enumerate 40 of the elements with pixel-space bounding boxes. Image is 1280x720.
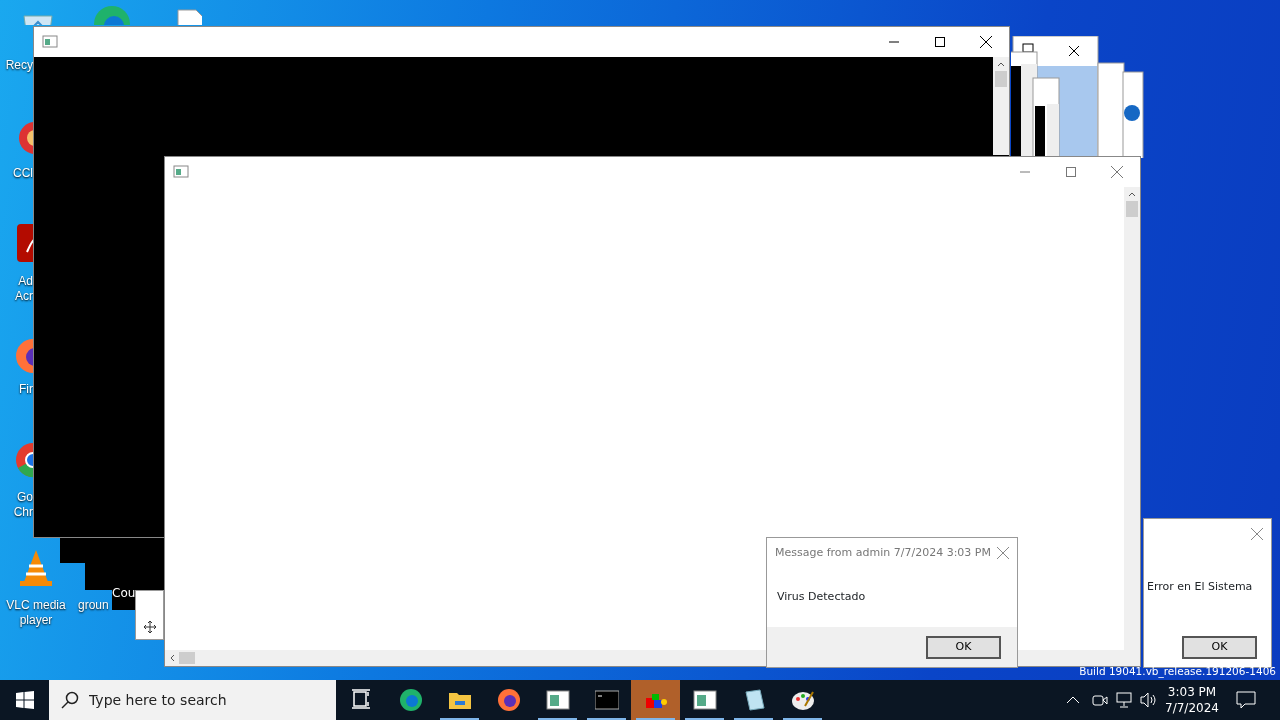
message-text: Error en El Sistema bbox=[1146, 579, 1254, 596]
window-icon bbox=[545, 688, 570, 712]
network-icon[interactable] bbox=[1116, 692, 1134, 708]
fox-icon bbox=[496, 688, 521, 712]
search-field[interactable]: Type here to search bbox=[49, 680, 336, 720]
ok-button[interactable]: OK bbox=[1182, 635, 1257, 659]
icon-label[interactable]: Recy bbox=[2, 58, 33, 73]
vertical-scrollbar[interactable] bbox=[1124, 187, 1140, 650]
ok-button[interactable]: OK bbox=[926, 635, 1001, 659]
camera-icon[interactable] bbox=[1092, 692, 1108, 708]
app-icon bbox=[42, 34, 58, 50]
close-icon bbox=[980, 36, 992, 48]
icon-label[interactable]: CCl bbox=[2, 166, 33, 181]
notification-icon[interactable] bbox=[1236, 691, 1256, 709]
maximize-icon bbox=[935, 37, 945, 47]
icon-label[interactable]: VLC media player bbox=[4, 598, 68, 628]
scroll-thumb[interactable] bbox=[995, 71, 1007, 87]
maximize-icon bbox=[1066, 167, 1076, 177]
volume-icon[interactable] bbox=[1140, 692, 1158, 708]
window-icon bbox=[692, 688, 717, 712]
clock[interactable]: 3:03 PM 7/7/2024 bbox=[1164, 684, 1220, 716]
windows-icon bbox=[15, 691, 34, 709]
close-icon bbox=[1111, 166, 1123, 178]
vertical-scrollbar[interactable] bbox=[993, 57, 1009, 155]
dialog-title: Message from admin 7/7/2024 3:03 PM bbox=[775, 544, 992, 561]
app-icon bbox=[173, 164, 189, 180]
chevron-up-icon[interactable] bbox=[1066, 695, 1080, 705]
close-icon[interactable] bbox=[997, 547, 1009, 559]
close-icon[interactable] bbox=[1251, 528, 1263, 540]
terminal-icon bbox=[594, 688, 619, 712]
edge-icon bbox=[398, 688, 423, 712]
scroll-thumb[interactable] bbox=[179, 652, 195, 664]
icon-label[interactable]: Go Chr bbox=[2, 490, 33, 520]
move-icon bbox=[143, 621, 156, 633]
icon-label[interactable]: Fir bbox=[2, 382, 33, 397]
icon-label[interactable]: Ad Acr bbox=[2, 274, 33, 304]
icon-label[interactable]: groun bbox=[78, 598, 111, 613]
build-text: Build 19041.vb_release.191206-1406 bbox=[1079, 665, 1276, 678]
message-text: Virus Detectado bbox=[776, 588, 867, 605]
scroll-thumb[interactable] bbox=[1126, 201, 1138, 217]
